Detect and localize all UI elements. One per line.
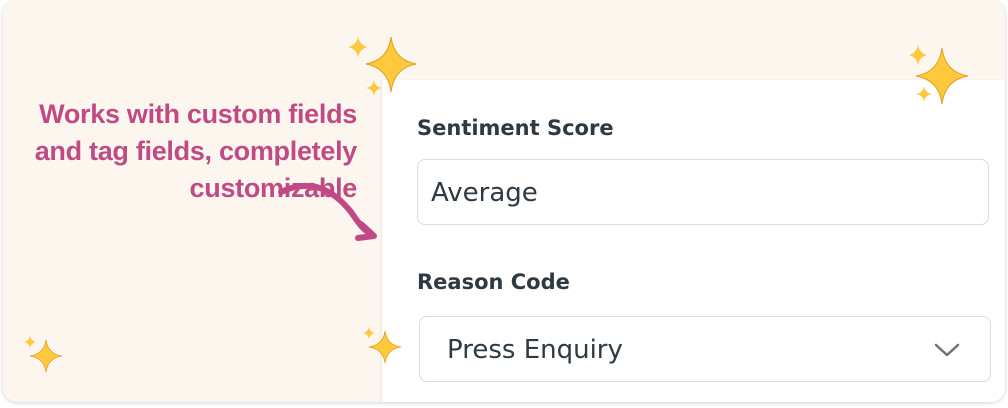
curved-arrow-icon: [278, 182, 377, 241]
reason-code-value: Press Enquiry: [447, 335, 623, 365]
sparkle-icon: [909, 44, 969, 105]
sentiment-score-input[interactable]: Average: [417, 159, 989, 225]
callout-line-2: and tag fields, completely: [34, 136, 358, 166]
chevron-down-icon: [934, 343, 960, 357]
sparkle-icon: [363, 327, 402, 364]
sentiment-score-label: Sentiment Score: [417, 116, 614, 140]
sparkle-icon: [348, 36, 417, 96]
reason-code-label: Reason Code: [417, 270, 570, 294]
sentiment-score-value: Average: [431, 178, 538, 208]
sparkle-icon: [24, 336, 63, 373]
reason-code-select[interactable]: Press Enquiry: [419, 316, 991, 382]
callout-line-1: Works with custom fields: [39, 99, 357, 129]
